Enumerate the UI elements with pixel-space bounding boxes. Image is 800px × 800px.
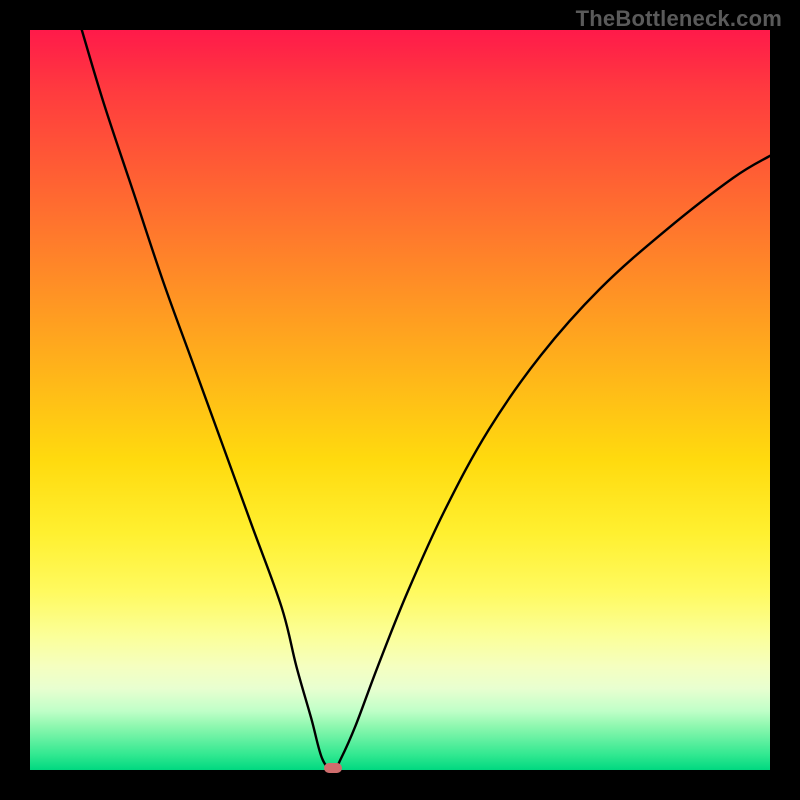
bottleneck-curve <box>30 30 770 770</box>
minimum-marker <box>324 763 342 773</box>
watermark-text: TheBottleneck.com <box>576 6 782 32</box>
